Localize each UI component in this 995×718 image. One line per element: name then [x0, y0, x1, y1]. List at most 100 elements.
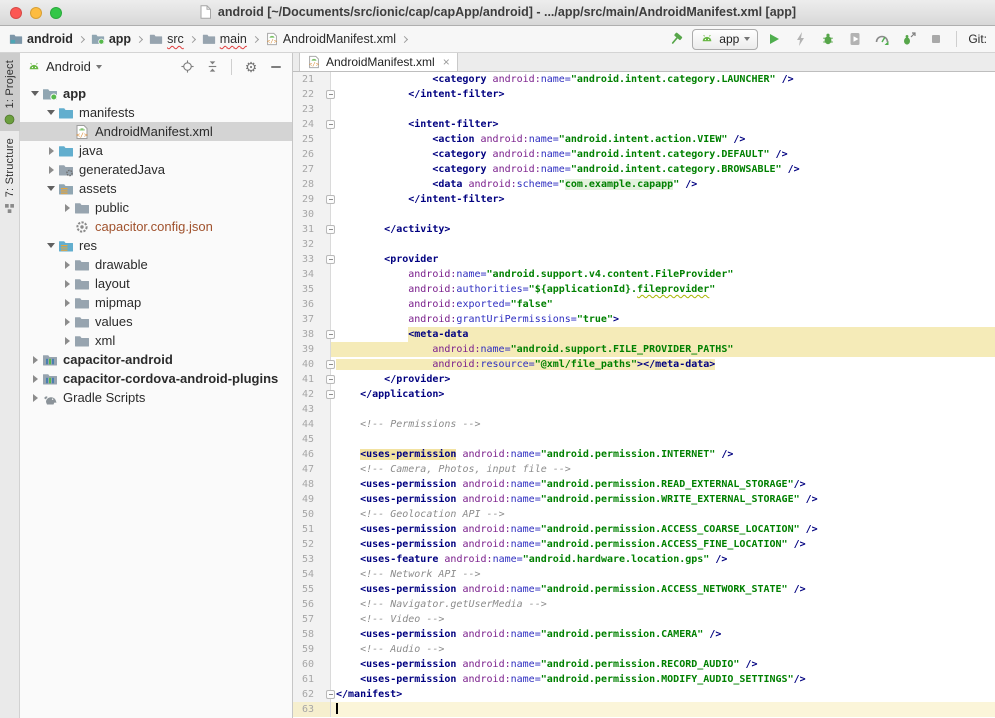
code-line-48[interactable]: 48 <uses-permission android:name="androi… [293, 477, 995, 492]
collapsed-arrow-icon[interactable] [60, 280, 74, 288]
code-line-44[interactable]: 44 <!-- Permissions --> [293, 417, 995, 432]
code-line-56[interactable]: 56 <!-- Navigator.getUserMedia --> [293, 597, 995, 612]
code-line-21[interactable]: 21 <category android:name="android.inten… [293, 72, 995, 87]
fold-marker-icon[interactable] [326, 255, 335, 264]
code-line-58[interactable]: 58 <uses-permission android:name="androi… [293, 627, 995, 642]
stop-button[interactable] [925, 28, 947, 50]
collapsed-arrow-icon[interactable] [44, 166, 58, 174]
code-line-59[interactable]: 59 <!-- Audio --> [293, 642, 995, 657]
code-line-31[interactable]: 31 </activity> [293, 222, 995, 237]
code-line-35[interactable]: 35 android:authorities="${applicationId}… [293, 282, 995, 297]
breadcrumb-item-main[interactable]: main [201, 31, 248, 47]
hide-panel-icon[interactable] [266, 57, 286, 77]
minimize-window-button[interactable] [30, 7, 42, 19]
code-line-47[interactable]: 47 <!-- Camera, Photos, input file --> [293, 462, 995, 477]
collapsed-arrow-icon[interactable] [44, 147, 58, 155]
collapsed-arrow-icon[interactable] [60, 261, 74, 269]
code-line-40[interactable]: 40 android:resource="@xml/file_paths"></… [293, 357, 995, 372]
code-line-51[interactable]: 51 <uses-permission android:name="androi… [293, 522, 995, 537]
settings-gear-icon[interactable]: ⚙ [241, 57, 261, 77]
tree-item-generatedjava[interactable]: generatedJava [20, 160, 292, 179]
collapsed-arrow-icon[interactable] [60, 204, 74, 212]
fold-marker-icon[interactable] [326, 390, 335, 399]
code-line-34[interactable]: 34 android:name="android.support.v4.cont… [293, 267, 995, 282]
code-line-55[interactable]: 55 <uses-permission android:name="androi… [293, 582, 995, 597]
collapsed-arrow-icon[interactable] [28, 375, 42, 383]
breadcrumb-item-src[interactable]: src [148, 31, 185, 47]
fold-marker-icon[interactable] [326, 330, 335, 339]
expanded-arrow-icon[interactable] [28, 91, 42, 96]
tree-item-mipmap[interactable]: mipmap [20, 293, 292, 312]
code-editor[interactable]: 21 <category android:name="android.inten… [293, 72, 995, 718]
tree-item-gradle-scripts[interactable]: Gradle Scripts [20, 388, 292, 407]
code-line-37[interactable]: 37 android:grantUriPermissions="true"> [293, 312, 995, 327]
fold-marker-icon[interactable] [326, 375, 335, 384]
fold-marker-icon[interactable] [326, 120, 335, 129]
code-line-43[interactable]: 43 [293, 402, 995, 417]
tree-item-public[interactable]: public [20, 198, 292, 217]
code-line-33[interactable]: 33 <provider [293, 252, 995, 267]
code-line-60[interactable]: 60 <uses-permission android:name="androi… [293, 657, 995, 672]
tree-item-values[interactable]: values [20, 312, 292, 331]
tree-item-assets[interactable]: assets [20, 179, 292, 198]
breadcrumb-item-androidmanifest-xml[interactable]: </>AndroidManifest.xml [264, 31, 397, 47]
tree-item-app[interactable]: app [20, 84, 292, 103]
collapsed-arrow-icon[interactable] [28, 356, 42, 364]
code-line-28[interactable]: 28 <data android:scheme="com.example.cap… [293, 177, 995, 192]
code-line-41[interactable]: 41 </provider> [293, 372, 995, 387]
fold-marker-icon[interactable] [326, 690, 335, 699]
tree-item-capacitor-android[interactable]: capacitor-android [20, 350, 292, 369]
tree-item-manifests[interactable]: manifests [20, 103, 292, 122]
code-line-46[interactable]: 46 <uses-permission android:name="androi… [293, 447, 995, 462]
code-line-57[interactable]: 57 <!-- Video --> [293, 612, 995, 627]
fold-marker-icon[interactable] [326, 225, 335, 234]
code-line-54[interactable]: 54 <!-- Network API --> [293, 567, 995, 582]
tree-item-res[interactable]: res [20, 236, 292, 255]
profile-app-icon[interactable] [871, 28, 893, 50]
tool-window-button-project[interactable]: 1: Project [0, 53, 20, 131]
code-line-39[interactable]: 39 android:name="android.support.FILE_PR… [293, 342, 995, 357]
code-line-62[interactable]: 62</manifest> [293, 687, 995, 702]
collapsed-arrow-icon[interactable] [60, 318, 74, 326]
collapsed-arrow-icon[interactable] [60, 337, 74, 345]
code-line-36[interactable]: 36 android:exported="false" [293, 297, 995, 312]
collapse-all-icon[interactable] [202, 57, 222, 77]
code-line-32[interactable]: 32 [293, 237, 995, 252]
code-line-22[interactable]: 22 </intent-filter> [293, 87, 995, 102]
code-line-53[interactable]: 53 <uses-feature android:name="android.h… [293, 552, 995, 567]
breadcrumb-item-app[interactable]: app [90, 31, 132, 47]
code-line-49[interactable]: 49 <uses-permission android:name="androi… [293, 492, 995, 507]
code-line-50[interactable]: 50 <!-- Geolocation API --> [293, 507, 995, 522]
collapsed-arrow-icon[interactable] [60, 299, 74, 307]
tree-item-capacitor-config-json[interactable]: capacitor.config.json [20, 217, 292, 236]
editor-tab-androidmanifest[interactable]: </> AndroidManifest.xml × [299, 53, 458, 71]
code-line-24[interactable]: 24 <intent-filter> [293, 117, 995, 132]
apply-changes-icon[interactable] [790, 28, 812, 50]
close-window-button[interactable] [10, 7, 22, 19]
tree-item-java[interactable]: java [20, 141, 292, 160]
expanded-arrow-icon[interactable] [44, 243, 58, 248]
code-line-63[interactable]: 63 [293, 702, 995, 717]
fold-marker-icon[interactable] [326, 360, 335, 369]
collapsed-arrow-icon[interactable] [28, 394, 42, 402]
code-line-26[interactable]: 26 <category android:name="android.inten… [293, 147, 995, 162]
code-line-61[interactable]: 61 <uses-permission android:name="androi… [293, 672, 995, 687]
code-line-38[interactable]: 38 <meta-data [293, 327, 995, 342]
attach-debugger-icon[interactable] [898, 28, 920, 50]
tree-item-capacitor-cordova-android-plugins[interactable]: capacitor-cordova-android-plugins [20, 369, 292, 388]
debug-button[interactable] [817, 28, 839, 50]
project-view-selector[interactable]: Android [46, 59, 91, 74]
run-button[interactable] [763, 28, 785, 50]
code-line-25[interactable]: 25 <action android:name="android.intent.… [293, 132, 995, 147]
code-line-45[interactable]: 45 [293, 432, 995, 447]
tree-item-androidmanifest-xml[interactable]: </>AndroidManifest.xml [20, 122, 292, 141]
code-line-23[interactable]: 23 [293, 102, 995, 117]
tree-item-drawable[interactable]: drawable [20, 255, 292, 274]
git-branch-label[interactable]: Git: [966, 32, 989, 46]
tree-item-layout[interactable]: layout [20, 274, 292, 293]
chevron-down-icon[interactable] [96, 65, 102, 69]
build-hammer-icon[interactable] [665, 28, 687, 50]
fold-marker-icon[interactable] [326, 90, 335, 99]
breadcrumb-item-android[interactable]: android [8, 31, 74, 47]
fold-marker-icon[interactable] [326, 195, 335, 204]
